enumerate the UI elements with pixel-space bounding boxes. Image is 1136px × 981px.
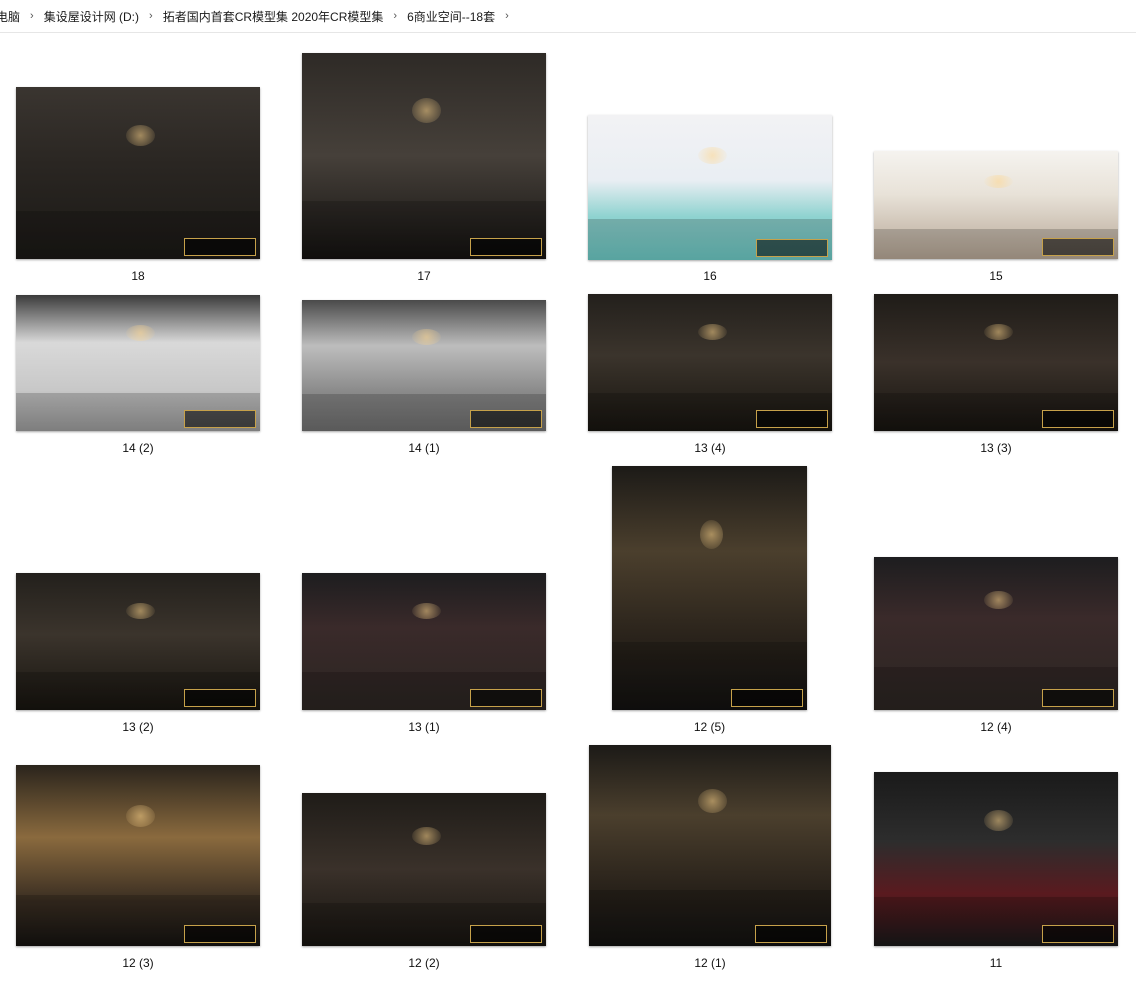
watermark-logo xyxy=(184,689,256,707)
file-name-label[interactable]: 12 (3) xyxy=(78,956,198,970)
image-thumbnail[interactable] xyxy=(588,115,832,260)
image-thumbnail[interactable] xyxy=(874,772,1118,946)
file-name-label[interactable]: 13 (3) xyxy=(936,441,1056,455)
thumbnail-light xyxy=(984,175,1013,188)
watermark-logo xyxy=(755,925,827,943)
thumbnail-light xyxy=(126,325,155,341)
file-name-label[interactable]: 12 (4) xyxy=(936,720,1056,734)
thumbnail-light xyxy=(412,603,441,619)
image-thumbnail[interactable] xyxy=(302,300,546,431)
file-name-label[interactable]: 16 xyxy=(650,269,770,283)
image-thumbnail[interactable] xyxy=(16,295,260,431)
image-thumbnail[interactable] xyxy=(874,151,1118,259)
watermark-logo xyxy=(184,238,256,256)
thumbnail-light xyxy=(700,520,723,549)
image-thumbnail[interactable] xyxy=(16,765,260,946)
image-thumbnail[interactable] xyxy=(874,557,1118,710)
thumbnail-light xyxy=(412,329,441,345)
chevron-right-icon[interactable]: › xyxy=(501,10,513,22)
thumbnail-light xyxy=(412,827,441,845)
file-name-label[interactable]: 14 (2) xyxy=(78,441,198,455)
file-name-label[interactable]: 15 xyxy=(936,269,1056,283)
watermark-logo xyxy=(1042,689,1114,707)
watermark-logo xyxy=(470,689,542,707)
file-name-label[interactable]: 14 (1) xyxy=(364,441,484,455)
file-thumbnail-grid: 18 17 16 15 14 (2) 14 (1) 13 (4) 13 (3) 13 (2) 13… xyxy=(0,33,1136,981)
file-name-label[interactable]: 13 (1) xyxy=(364,720,484,734)
image-thumbnail[interactable] xyxy=(16,87,260,259)
thumbnail-light xyxy=(984,324,1013,340)
watermark-logo xyxy=(184,925,256,943)
chevron-right-icon[interactable]: › xyxy=(145,10,157,22)
thumbnail-light xyxy=(126,125,155,146)
thumbnail-light xyxy=(984,810,1013,831)
thumbnail-light xyxy=(984,591,1013,609)
watermark-logo xyxy=(1042,925,1114,943)
file-name-label[interactable]: 11 xyxy=(936,956,1056,970)
image-thumbnail[interactable] xyxy=(302,793,546,946)
image-thumbnail[interactable] xyxy=(874,294,1118,431)
file-name-label[interactable]: 13 (2) xyxy=(78,720,198,734)
image-thumbnail[interactable] xyxy=(302,53,546,259)
thumbnail-light xyxy=(126,805,155,827)
thumbnail-light xyxy=(698,789,727,813)
file-name-label[interactable]: 13 (4) xyxy=(650,441,770,455)
watermark-logo xyxy=(470,238,542,256)
file-name-label[interactable]: 12 (1) xyxy=(650,956,770,970)
thumbnail-light xyxy=(698,324,727,340)
image-thumbnail[interactable] xyxy=(612,466,807,710)
breadcrumb-item-drive[interactable]: 集设屋设计网 (D:) xyxy=(38,8,145,25)
watermark-logo xyxy=(470,925,542,943)
image-thumbnail[interactable] xyxy=(302,573,546,710)
file-name-label[interactable]: 12 (5) xyxy=(650,720,770,734)
image-thumbnail[interactable] xyxy=(16,573,260,710)
breadcrumb-item-folder[interactable]: 拓者国内首套CR模型集 2020年CR模型集 xyxy=(157,8,390,25)
thumbnail-light xyxy=(126,603,155,619)
watermark-logo xyxy=(731,689,803,707)
image-thumbnail[interactable] xyxy=(588,294,832,431)
address-breadcrumb[interactable]: 电脑 › 集设屋设计网 (D:) › 拓者国内首套CR模型集 2020年CR模型… xyxy=(0,0,1136,33)
watermark-logo xyxy=(756,410,828,428)
watermark-logo xyxy=(756,239,828,257)
watermark-logo xyxy=(1042,410,1114,428)
watermark-logo xyxy=(470,410,542,428)
breadcrumb-item-computer[interactable]: 电脑 xyxy=(0,8,26,25)
file-name-label[interactable]: 18 xyxy=(78,269,198,283)
chevron-right-icon[interactable]: › xyxy=(389,10,401,22)
chevron-right-icon[interactable]: › xyxy=(26,10,38,22)
thumbnail-light xyxy=(412,98,441,123)
file-name-label[interactable]: 12 (2) xyxy=(364,956,484,970)
watermark-logo xyxy=(184,410,256,428)
image-thumbnail[interactable] xyxy=(589,745,831,946)
thumbnail-light xyxy=(698,147,727,164)
breadcrumb-item-current[interactable]: 6商业空间--18套 xyxy=(401,8,501,25)
watermark-logo xyxy=(1042,238,1114,256)
file-name-label[interactable]: 17 xyxy=(364,269,484,283)
